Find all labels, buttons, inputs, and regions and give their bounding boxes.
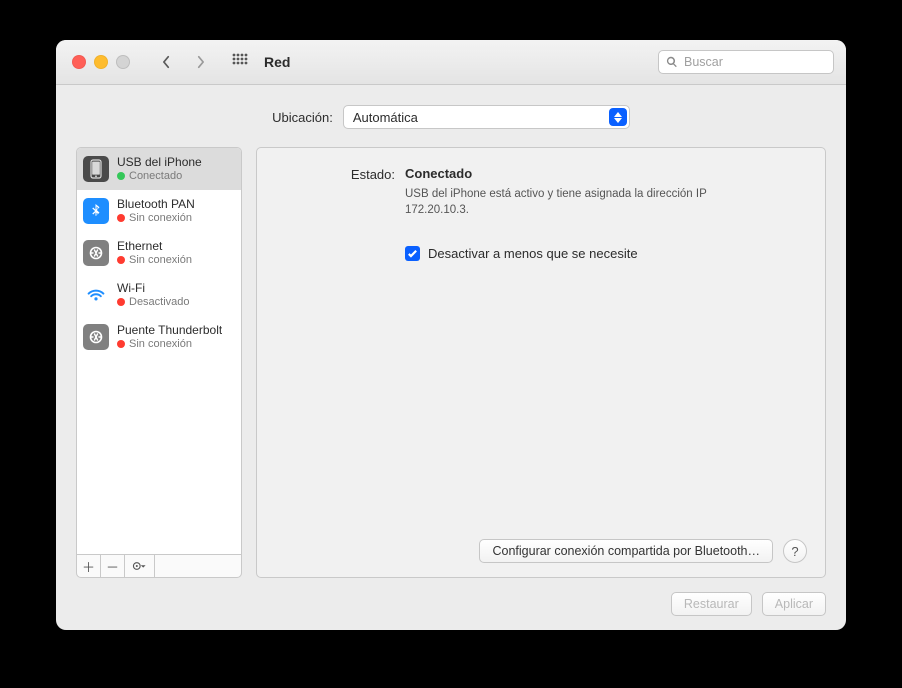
interface-status: Desactivado — [129, 296, 190, 309]
search-icon — [666, 56, 678, 68]
detail-bottom-bar: Configurar conexión compartida por Bluet… — [275, 539, 807, 563]
interface-actions-button[interactable] — [125, 555, 155, 577]
forward-button — [188, 50, 212, 74]
interface-name: USB del iPhone — [117, 156, 202, 170]
location-label: Ubicación: — [272, 110, 333, 125]
interface-name: Wi-Fi — [117, 282, 190, 296]
interface-name: Ethernet — [117, 240, 192, 254]
status-dot-icon — [117, 340, 125, 348]
checkbox-label: Desactivar a menos que se necesite — [428, 246, 638, 261]
revert-button[interactable]: Restaurar — [671, 592, 752, 616]
status-row: Estado: Conectado USB del iPhone está ac… — [275, 166, 807, 218]
thunderbolt-bridge-icon — [83, 324, 109, 350]
status-description: USB del iPhone está activo y tiene asign… — [405, 187, 745, 218]
location-popup[interactable]: Automática — [343, 105, 630, 129]
back-button[interactable] — [154, 50, 178, 74]
show-all-button[interactable] — [232, 53, 248, 72]
interface-name: Bluetooth PAN — [117, 198, 195, 212]
interface-item-bluetooth-pan[interactable]: Bluetooth PAN Sin conexión — [77, 190, 241, 232]
iphone-icon — [83, 156, 109, 182]
window-title: Red — [264, 54, 290, 70]
checkbox-checked-icon[interactable] — [405, 246, 420, 261]
bluetooth-icon — [83, 198, 109, 224]
interface-status: Sin conexión — [129, 254, 192, 267]
status-key: Estado: — [275, 166, 395, 218]
interface-sidebar: USB del iPhone Conectado Bluetooth PAN S… — [76, 147, 242, 578]
gear-menu-icon — [132, 561, 148, 571]
disable-unless-needed-row[interactable]: Desactivar a menos que se necesite — [405, 246, 807, 261]
status-dot-icon — [117, 214, 125, 222]
popup-arrows-icon — [609, 108, 627, 126]
status-dot-icon — [117, 298, 125, 306]
status-dot-icon — [117, 172, 125, 180]
location-row: Ubicación: Automática — [76, 105, 826, 129]
add-interface-button[interactable]: ＋ — [77, 555, 101, 577]
interface-detail-pane: Estado: Conectado USB del iPhone está ac… — [256, 147, 826, 578]
apply-button[interactable]: Aplicar — [762, 592, 826, 616]
ethernet-icon — [83, 240, 109, 266]
interface-item-iphone-usb[interactable]: USB del iPhone Conectado — [77, 148, 241, 190]
status-dot-icon — [117, 256, 125, 264]
help-button[interactable]: ? — [783, 539, 807, 563]
close-window-button[interactable] — [72, 55, 86, 69]
interface-item-thunderbolt-bridge[interactable]: Puente Thunderbolt Sin conexión — [77, 316, 241, 358]
interface-item-ethernet[interactable]: Ethernet Sin conexión — [77, 232, 241, 274]
titlebar: Red Buscar — [56, 40, 846, 85]
minimize-window-button[interactable] — [94, 55, 108, 69]
window-controls — [72, 55, 130, 69]
footer-buttons: Restaurar Aplicar — [76, 592, 826, 616]
search-placeholder: Buscar — [684, 55, 723, 69]
configure-bluetooth-button[interactable]: Configurar conexión compartida por Bluet… — [479, 539, 773, 563]
content-area: Ubicación: Automática USB del — [56, 85, 846, 630]
interface-item-wifi[interactable]: Wi-Fi Desactivado — [77, 274, 241, 316]
location-value: Automática — [353, 110, 418, 125]
zoom-window-button — [116, 55, 130, 69]
interface-list[interactable]: USB del iPhone Conectado Bluetooth PAN S… — [76, 147, 242, 555]
search-field[interactable]: Buscar — [658, 50, 834, 74]
interface-status: Conectado — [129, 170, 182, 183]
status-value: Conectado — [405, 166, 807, 181]
interface-name: Puente Thunderbolt — [117, 324, 222, 338]
preferences-window: Red Buscar Ubicación: Automática — [56, 40, 846, 630]
interface-status: Sin conexión — [129, 212, 192, 225]
interface-list-toolbar: ＋ － — [76, 555, 242, 578]
columns: USB del iPhone Conectado Bluetooth PAN S… — [76, 147, 826, 578]
wifi-icon — [83, 282, 109, 308]
remove-interface-button[interactable]: － — [101, 555, 125, 577]
interface-status: Sin conexión — [129, 338, 192, 351]
